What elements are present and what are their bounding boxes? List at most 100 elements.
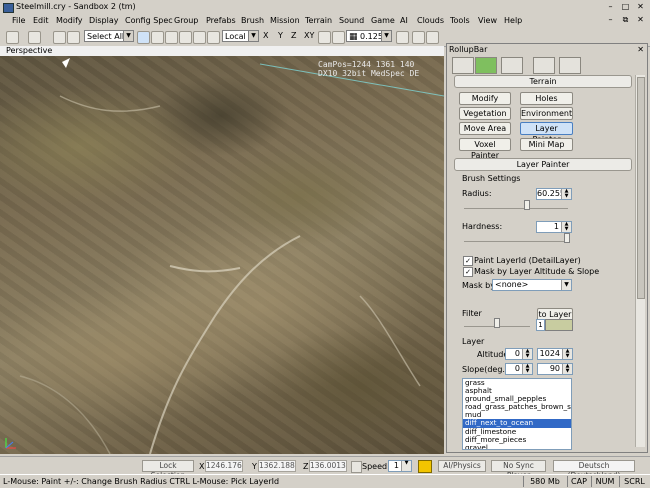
terrain-follow-icon[interactable] [318,31,331,44]
snap-object-icon[interactable] [332,31,345,44]
rotate-icon[interactable] [165,31,178,44]
angle-snap-icon[interactable] [396,31,409,44]
speed-input[interactable]: 1 ▼ [388,460,412,472]
undo-icon[interactable] [6,31,19,44]
altitude-max-input[interactable]: 1024 ▲ ▼ [537,348,573,360]
vegetation-button[interactable]: Vegetation [459,107,511,120]
z-coord-field[interactable]: 136.0013 [309,460,347,472]
menu-modify[interactable]: Modify [56,16,83,25]
menu-prefabs[interactable]: Prefabs [206,16,236,25]
hardness-slider-thumb[interactable] [564,233,570,243]
filter-slider[interactable] [464,318,530,328]
scale-icon[interactable] [179,31,192,44]
select-terrain-icon[interactable] [193,31,206,44]
link-icon[interactable] [53,31,66,44]
filter-color-swatch[interactable] [545,319,573,331]
menu-sound[interactable]: Sound [339,16,364,25]
menu-tools[interactable]: Tools [450,16,470,25]
goto-position-icon[interactable] [418,460,432,473]
tab-objects-icon[interactable] [452,57,474,74]
tab-terrain-icon[interactable] [475,57,497,74]
spinner-icon[interactable]: ▲ ▼ [561,222,571,232]
rollup-scrollbar-thumb[interactable] [637,77,645,299]
tab-layers-icon[interactable] [559,57,581,74]
radius-slider[interactable] [464,200,568,210]
ai-physics-button[interactable]: AI/Physics [438,460,486,472]
ruler-icon[interactable] [412,31,425,44]
tab-modelling-icon[interactable] [501,57,523,74]
layer-painter-group-header[interactable]: Layer Painter [454,158,632,171]
mask-by-dropdown[interactable]: <none> ▼ [492,279,572,291]
menu-brush[interactable]: Brush [241,16,264,25]
slope-min-input[interactable]: 0 ▲ ▼ [505,363,533,375]
grid-snap-dropdown[interactable]: ▦ 0.125 ▼ [346,30,392,42]
layer-list[interactable]: grass asphalt ground_small_pepples road_… [462,378,572,450]
doc-minimize-icon[interactable]: – [604,15,617,25]
voxel-painter-button[interactable]: Voxel Painter [459,138,511,160]
no-sync-player-button[interactable]: No Sync Player [491,460,546,480]
spinner-icon[interactable]: ▲ ▼ [562,364,572,374]
spinner-icon[interactable]: ▲ ▼ [522,349,532,359]
menu-ai[interactable]: AI [400,16,408,25]
close-icon[interactable]: ✕ [634,2,647,12]
chevron-down-icon[interactable]: ▼ [401,461,411,471]
coord-system-dropdown[interactable]: Local ▼ [222,30,259,42]
hardness-slider[interactable] [464,233,570,243]
menu-game[interactable]: Game [371,16,395,25]
modify-button[interactable]: Modify [459,92,511,105]
y-coord-field[interactable]: 1362.188 [258,460,296,472]
axis-y-button[interactable]: Y [278,31,283,40]
radius-input[interactable]: 60.255 ▲ ▼ [536,188,572,200]
terrain-group-header[interactable]: Terrain [454,75,632,88]
paint-layerid-checkbox[interactable]: ✓ [463,256,473,266]
perspective-viewport[interactable]: CamPos=1244 1361 140 DX10 32bit MedSpec … [0,56,444,454]
filter-slider-thumb[interactable] [494,318,500,328]
spinner-icon[interactable]: ▲ ▼ [562,349,572,359]
rotate-terrain-icon[interactable] [207,31,220,44]
rollup-scrollbar[interactable] [635,75,645,447]
viewport-label[interactable]: Perspective [6,46,52,55]
menu-display[interactable]: Display [89,16,119,25]
menu-terrain[interactable]: Terrain [305,16,332,25]
menu-view[interactable]: View [478,16,497,25]
radius-slider-thumb[interactable] [524,200,530,210]
tab-display-icon[interactable] [533,57,555,74]
menu-clouds[interactable]: Clouds [417,16,444,25]
menu-help[interactable]: Help [504,16,522,25]
list-item[interactable]: gravel [463,443,571,449]
minimize-icon[interactable]: – [604,2,617,12]
menu-edit[interactable]: Edit [33,16,49,25]
hardness-input[interactable]: 1 ▲ ▼ [536,221,572,233]
menu-mission[interactable]: Mission [270,16,300,25]
unlink-icon[interactable] [67,31,80,44]
menu-config-spec[interactable]: Config Spec [125,16,173,25]
axis-z-button[interactable]: Z [291,31,296,40]
holes-button[interactable]: Holes [520,92,573,105]
move-icon[interactable] [151,31,164,44]
axis-x-button[interactable]: X [263,31,268,40]
menu-file[interactable]: File [12,16,25,25]
select-cursor-icon[interactable] [137,31,150,44]
language-indicator[interactable]: Deutsch (Deutschland) [553,460,635,480]
x-coord-field[interactable]: 1246.176 [205,460,243,472]
altitude-min-input[interactable]: 0 ▲ ▼ [505,348,533,360]
doc-close-icon[interactable]: ✕ [634,15,647,25]
mini-map-button[interactable]: Mini Map [520,138,573,151]
move-area-button[interactable]: Move Area [459,122,511,135]
camera-icon[interactable] [426,31,439,44]
filter-value-input[interactable]: 1 [536,319,545,331]
layer-painter-button[interactable]: Layer Painter [520,122,573,144]
redo-icon[interactable] [28,31,41,44]
menu-group[interactable]: Group [174,16,198,25]
speed-toggle-icon[interactable] [351,461,362,473]
doc-restore-icon[interactable]: ⧉ [619,15,632,25]
spinner-icon[interactable]: ▲ ▼ [522,364,532,374]
rollup-close-icon[interactable]: ✕ [637,45,644,54]
lock-selection-button[interactable]: Lock Selection [142,460,194,480]
maximize-icon[interactable]: □ [619,2,632,12]
environment-button[interactable]: Environment [520,107,573,120]
axis-xy-button[interactable]: XY [304,31,314,40]
slope-max-input[interactable]: 90 ▲ ▼ [537,363,573,375]
mask-altitude-checkbox[interactable]: ✓ [463,267,473,277]
spinner-icon[interactable]: ▲ ▼ [561,189,571,199]
